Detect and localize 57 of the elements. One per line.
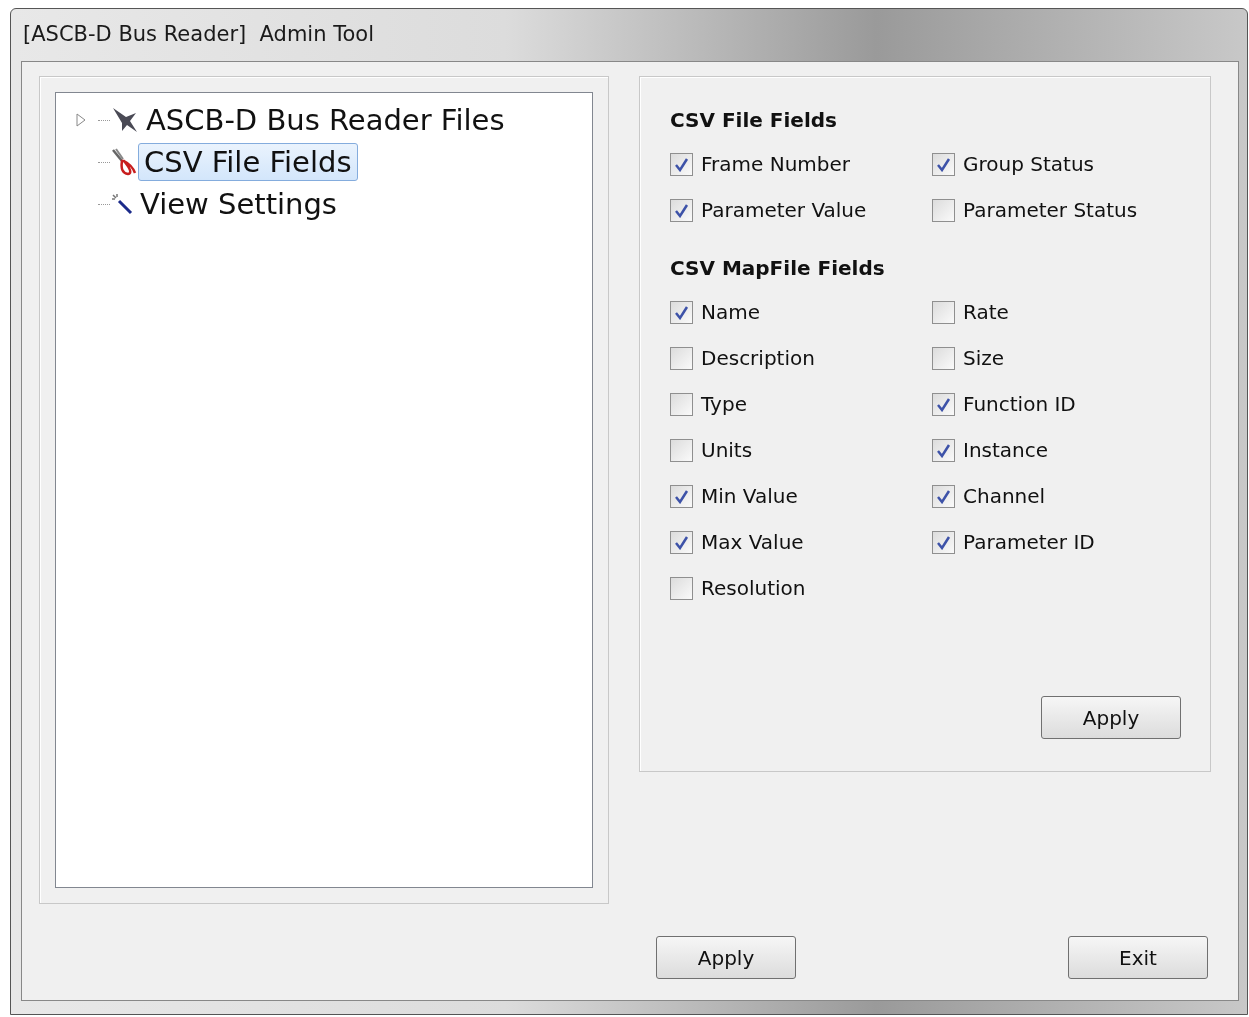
apply-button[interactable]: Apply bbox=[656, 936, 796, 979]
tree-item[interactable]: View Settings bbox=[134, 185, 343, 223]
checkmark-icon bbox=[674, 534, 689, 550]
checkmark-icon bbox=[674, 202, 689, 218]
checkbox[interactable] bbox=[932, 438, 955, 462]
checkbox-label: Parameter ID bbox=[963, 529, 1095, 556]
checkmark-icon bbox=[674, 488, 689, 504]
checkbox-label: Name bbox=[701, 299, 760, 326]
checkbox[interactable] bbox=[670, 300, 693, 324]
section-heading: CSV MapFile Fields bbox=[670, 255, 886, 282]
checkbox-label: Instance bbox=[963, 437, 1049, 464]
checkmark-icon bbox=[936, 442, 951, 458]
exit-button[interactable]: Exit bbox=[1068, 936, 1208, 979]
checkmark-icon bbox=[936, 396, 951, 412]
checkmark-icon bbox=[936, 488, 951, 504]
checkbox-label: Function ID bbox=[963, 391, 1076, 418]
checkbox[interactable] bbox=[670, 484, 693, 508]
tree-item[interactable]: ASCB-D Bus Reader Files bbox=[140, 101, 511, 139]
checkbox-label: Rate bbox=[963, 299, 1009, 326]
tree-item[interactable]: CSV File Fields bbox=[138, 143, 358, 181]
checkbox[interactable] bbox=[932, 198, 955, 222]
checkbox-label: Resolution bbox=[701, 575, 806, 602]
checkmark-icon bbox=[936, 534, 951, 550]
checkbox[interactable] bbox=[932, 484, 955, 508]
checkbox-label: Max Value bbox=[701, 529, 804, 556]
checkbox[interactable] bbox=[670, 198, 693, 222]
section-heading: CSV File Fields bbox=[670, 107, 838, 134]
checkmark-icon bbox=[674, 156, 689, 172]
checkbox[interactable] bbox=[670, 346, 693, 370]
checkmark-icon bbox=[674, 304, 689, 320]
checkbox[interactable] bbox=[670, 392, 693, 416]
pliers-icon bbox=[110, 147, 138, 177]
checkbox-label: Parameter Value bbox=[701, 197, 867, 224]
wand-icon bbox=[110, 192, 134, 216]
checkbox-label: Size bbox=[963, 345, 1005, 372]
checkbox-label: Min Value bbox=[701, 483, 798, 510]
checkbox[interactable] bbox=[932, 152, 955, 176]
checkbox[interactable] bbox=[932, 346, 955, 370]
checkbox-label: Group Status bbox=[963, 151, 1094, 178]
window-title: [ASCB-D Bus Reader] Admin Tool bbox=[22, 21, 375, 49]
checkbox[interactable] bbox=[932, 300, 955, 324]
expander-icon[interactable] bbox=[76, 113, 86, 127]
jet-icon bbox=[110, 105, 140, 135]
checkbox-label: Parameter Status bbox=[963, 197, 1138, 224]
checkbox-label: Channel bbox=[963, 483, 1046, 510]
checkbox[interactable] bbox=[670, 438, 693, 462]
checkbox[interactable] bbox=[932, 392, 955, 416]
checkbox[interactable] bbox=[670, 576, 693, 600]
checkbox[interactable] bbox=[932, 530, 955, 554]
checkbox[interactable] bbox=[670, 152, 693, 176]
checkbox[interactable] bbox=[670, 530, 693, 554]
checkbox-label: Type bbox=[701, 391, 747, 418]
checkbox-label: Frame Number bbox=[701, 151, 850, 178]
apply-button[interactable]: Apply bbox=[1041, 696, 1181, 739]
checkbox-label: Units bbox=[701, 437, 753, 464]
checkmark-icon bbox=[936, 156, 951, 172]
checkbox-label: Description bbox=[701, 345, 815, 372]
